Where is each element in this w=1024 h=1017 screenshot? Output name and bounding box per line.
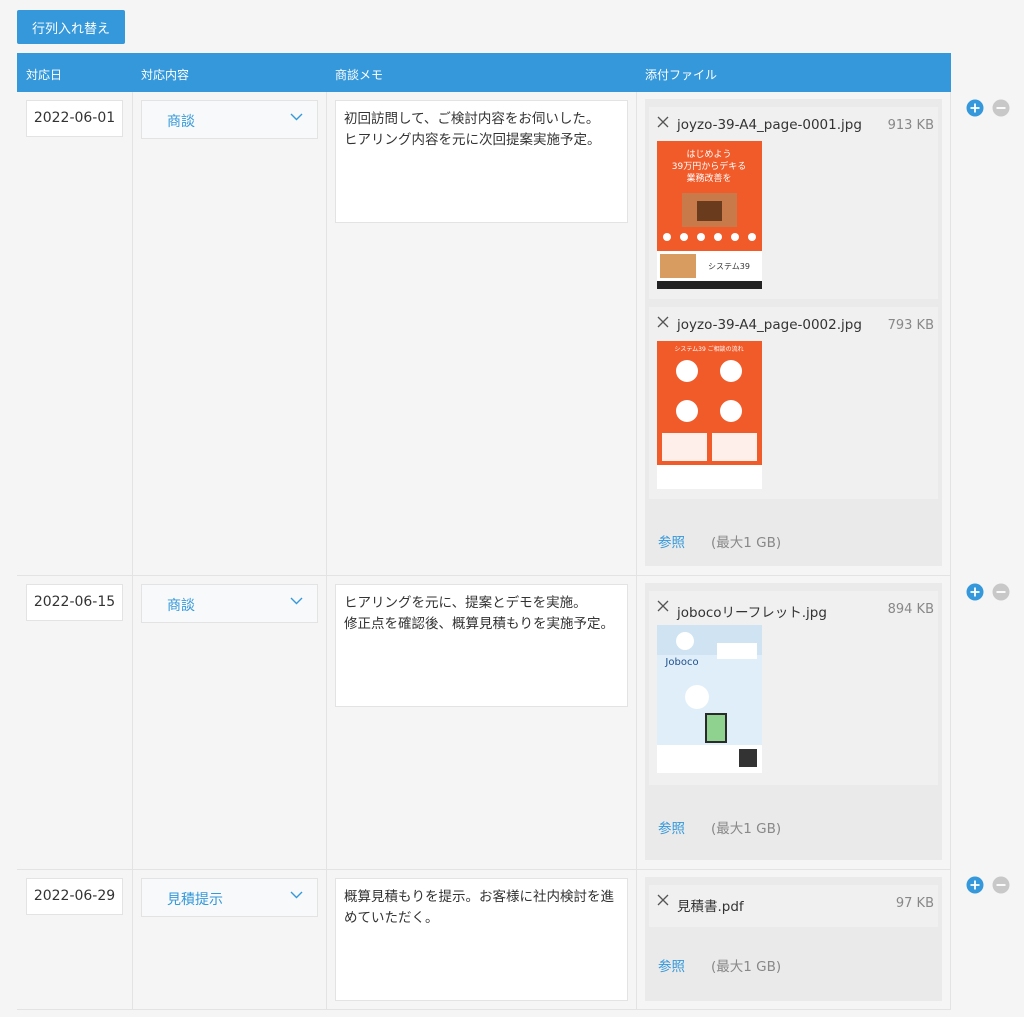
plus-circle-icon[interactable] bbox=[966, 99, 984, 117]
header-memo: 商談メモ bbox=[335, 68, 384, 82]
date-field[interactable]: 2022-06-01 bbox=[26, 100, 123, 137]
table-row: 2022-06-01 商談 初回訪問して、ご検討内容をお伺いした。 ヒアリング内… bbox=[17, 92, 951, 576]
type-select-value: 商談 bbox=[167, 114, 195, 130]
file-size: 793 KB bbox=[887, 318, 934, 333]
file-size: 97 KB bbox=[895, 896, 934, 911]
minus-circle-icon[interactable] bbox=[992, 876, 1010, 894]
svg-text:システム39: システム39 bbox=[708, 262, 750, 271]
type-select[interactable]: 商談 bbox=[141, 100, 318, 139]
svg-text:業務改善を: 業務改善を bbox=[686, 172, 731, 184]
file-size: 913 KB bbox=[887, 118, 934, 133]
table-row: 2022-06-29 見積提示 概算見積もりを提示。お客様に社内検討を進めていた… bbox=[17, 870, 951, 1010]
chevron-down-icon bbox=[290, 113, 303, 121]
close-icon[interactable] bbox=[657, 116, 669, 128]
file-size: 894 KB bbox=[887, 602, 934, 617]
attached-file: jobocoリーフレット.jpg 894 KB Joboco bbox=[649, 591, 938, 785]
svg-text:39万円からデキる: 39万円からデキる bbox=[672, 160, 746, 172]
svg-text:Joboco: Joboco bbox=[664, 657, 698, 668]
type-select[interactable]: 見積提示 bbox=[141, 878, 318, 917]
file-name[interactable]: joyzo-39-A4_page-0001.jpg bbox=[677, 117, 862, 133]
max-size-label: (最大1 GB) bbox=[711, 959, 782, 975]
attached-file: joyzo-39-A4_page-0001.jpg 913 KB はじめよう 3… bbox=[649, 107, 938, 299]
type-select-value: 見積提示 bbox=[167, 892, 223, 908]
date-field[interactable]: 2022-06-29 bbox=[26, 878, 123, 915]
file-name[interactable]: jobocoリーフレット.jpg bbox=[677, 601, 827, 621]
attachment-field: 見積書.pdf 97 KB 参照 (最大1 GB) bbox=[645, 877, 942, 1001]
table-header: 対応日 対応内容 商談メモ 添付ファイル bbox=[17, 53, 951, 92]
attachment-field: jobocoリーフレット.jpg 894 KB Joboco 参照 (最大1 G… bbox=[645, 583, 942, 860]
svg-text:はじめよう: はじめよう bbox=[686, 149, 731, 160]
chevron-down-icon bbox=[290, 891, 303, 899]
subtable: 対応日 対応内容 商談メモ 添付ファイル 2022-06-01 商談 初回訪問し… bbox=[17, 53, 951, 1010]
memo-textarea[interactable]: ヒアリングを元に、提案とデモを実施。 修正点を確認後、概算見積もりを実施予定。 bbox=[335, 584, 628, 707]
header-date: 対応日 bbox=[26, 68, 63, 82]
file-thumbnail[interactable]: Joboco bbox=[657, 625, 762, 773]
svg-text:システム39 ご相談の流れ: システム39 ご相談の流れ bbox=[674, 345, 743, 353]
header-type: 対応内容 bbox=[141, 68, 190, 82]
date-field[interactable]: 2022-06-15 bbox=[26, 584, 123, 621]
minus-circle-icon[interactable] bbox=[992, 583, 1010, 601]
file-thumbnail[interactable]: システム39 ご相談の流れ bbox=[657, 341, 762, 489]
chevron-down-icon bbox=[290, 597, 303, 605]
type-select[interactable]: 商談 bbox=[141, 584, 318, 623]
close-icon[interactable] bbox=[657, 894, 669, 906]
file-name[interactable]: 見積書.pdf bbox=[677, 895, 744, 915]
attached-file: joyzo-39-A4_page-0002.jpg 793 KB システム39 … bbox=[649, 307, 938, 499]
memo-textarea[interactable]: 初回訪問して、ご検討内容をお伺いした。 ヒアリング内容を元に次回提案実施予定。 bbox=[335, 100, 628, 223]
header-attachments: 添付ファイル bbox=[645, 68, 718, 82]
close-icon[interactable] bbox=[657, 316, 669, 328]
file-name[interactable]: joyzo-39-A4_page-0002.jpg bbox=[677, 317, 862, 333]
browse-link[interactable]: 参照 bbox=[658, 955, 685, 975]
plus-circle-icon[interactable] bbox=[966, 583, 984, 601]
attached-file: 見積書.pdf 97 KB bbox=[649, 885, 938, 927]
memo-textarea[interactable]: 概算見積もりを提示。お客様に社内検討を進めていただく。 bbox=[335, 878, 628, 1001]
max-size-label: (最大1 GB) bbox=[711, 535, 782, 551]
browse-link[interactable]: 参照 bbox=[658, 817, 685, 837]
close-icon[interactable] bbox=[657, 600, 669, 612]
table-row: 2022-06-15 商談 ヒアリングを元に、提案とデモを実施。 修正点を確認後… bbox=[17, 576, 951, 870]
attachment-field: joyzo-39-A4_page-0001.jpg 913 KB はじめよう 3… bbox=[645, 99, 942, 566]
max-size-label: (最大1 GB) bbox=[711, 821, 782, 837]
swap-rows-columns-button[interactable]: 行列入れ替え bbox=[17, 10, 125, 44]
plus-circle-icon[interactable] bbox=[966, 876, 984, 894]
file-thumbnail[interactable]: はじめよう 39万円からデキる 業務改善を システム39 bbox=[657, 141, 762, 289]
browse-link[interactable]: 参照 bbox=[658, 531, 685, 551]
type-select-value: 商談 bbox=[167, 598, 195, 614]
minus-circle-icon[interactable] bbox=[992, 99, 1010, 117]
